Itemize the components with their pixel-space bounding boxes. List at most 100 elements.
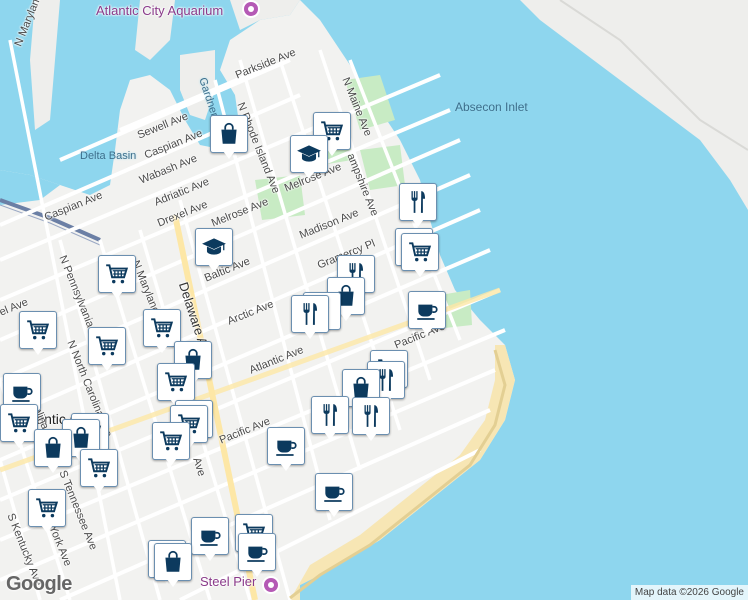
grocery-icon [6, 410, 32, 436]
marker-tip [324, 432, 336, 440]
marker-box [408, 291, 446, 329]
map-attribution[interactable]: Map data ©2026 Google [630, 585, 748, 600]
grocery-icon [34, 495, 60, 521]
marker-tip [156, 345, 168, 353]
restaurant-marker[interactable] [311, 396, 349, 442]
marker-box [311, 396, 349, 434]
marker-tip [223, 151, 235, 159]
marker-box [210, 115, 248, 153]
grocery-icon [158, 428, 184, 454]
marker-tip [412, 219, 424, 227]
grocery-marker[interactable] [80, 449, 118, 495]
cafe-marker[interactable] [408, 291, 446, 337]
google-logo: Google [6, 573, 72, 595]
marker-box [98, 255, 136, 293]
marker-tip [421, 327, 433, 335]
cafe-marker[interactable] [238, 533, 276, 579]
marker-box [154, 543, 192, 581]
shopping-icon [40, 435, 66, 461]
shopping-marker[interactable] [154, 543, 192, 589]
cafe-icon [244, 539, 270, 565]
marker-tip [304, 331, 316, 339]
grocery-icon [94, 333, 120, 359]
grocery-icon [104, 261, 130, 287]
grocery-marker[interactable] [88, 327, 126, 373]
cafe-icon [197, 523, 223, 549]
shopping-icon [160, 549, 186, 575]
restaurant-icon [358, 403, 384, 429]
grocery-icon [407, 239, 433, 265]
marker-box [34, 429, 72, 467]
absecon-inlet-label: Absecon Inlet [455, 100, 528, 114]
shopping-icon [216, 121, 242, 147]
aquarium-icon [248, 6, 254, 12]
marker-box [152, 422, 190, 460]
grocery-icon [163, 369, 189, 395]
grocery-icon [149, 315, 175, 341]
marker-tip [101, 363, 113, 371]
shopping-marker[interactable] [210, 115, 248, 161]
school-marker[interactable] [195, 228, 233, 274]
marker-box [80, 449, 118, 487]
marker-tip [111, 291, 123, 299]
cafe-icon [9, 379, 35, 405]
map-canvas[interactable]: Absecon Inlet Delta Basin Gardner's Atla… [0, 0, 748, 600]
restaurant-icon [317, 402, 343, 428]
marker-tip [340, 313, 352, 321]
grocery-marker[interactable] [0, 404, 38, 450]
marker-tip [414, 269, 426, 277]
marker-box [291, 295, 329, 333]
marker-box [352, 397, 390, 435]
restaurant-icon [297, 301, 323, 327]
grocery-marker[interactable] [19, 311, 57, 357]
marker-tip [47, 465, 59, 473]
school-icon [296, 141, 322, 167]
aquarium-marker[interactable] [242, 0, 260, 18]
marker-box [0, 404, 38, 442]
restaurant-marker[interactable] [399, 183, 437, 229]
marker-box [399, 183, 437, 221]
marker-tip [41, 525, 53, 533]
grocery-icon [25, 317, 51, 343]
shopping-marker[interactable] [34, 429, 72, 475]
aquarium-label[interactable]: Atlantic City Aquarium [96, 3, 223, 18]
marker-tip [204, 553, 216, 561]
marker-tip [93, 485, 105, 493]
grocery-marker[interactable] [152, 422, 190, 468]
cafe-marker[interactable] [267, 427, 305, 473]
marker-box [290, 135, 328, 173]
marker-box [195, 228, 233, 266]
cafe-icon [414, 297, 440, 323]
school-icon [201, 234, 227, 260]
grocery-icon [86, 455, 112, 481]
restaurant-marker[interactable] [291, 295, 329, 341]
cafe-marker[interactable] [315, 473, 353, 519]
marker-tip [167, 579, 179, 587]
marker-tip [208, 264, 220, 272]
grocery-marker[interactable] [28, 489, 66, 535]
cafe-icon [273, 433, 299, 459]
marker-tip [280, 463, 292, 471]
marker-box [401, 233, 439, 271]
marker-tip [165, 458, 177, 466]
marker-box [157, 363, 195, 401]
school-marker[interactable] [290, 135, 328, 181]
delta-basin-label: Delta Basin [80, 150, 137, 162]
restaurant-marker[interactable] [352, 397, 390, 443]
marker-tip [328, 509, 340, 517]
marker-box [191, 517, 229, 555]
restaurant-icon [405, 189, 431, 215]
marker-tip [32, 347, 44, 355]
marker-box [315, 473, 353, 511]
marker-tip [365, 433, 377, 441]
marker-tip [303, 171, 315, 179]
grocery-marker[interactable] [401, 233, 439, 279]
marker-box [19, 311, 57, 349]
marker-box [28, 489, 66, 527]
marker-tip [13, 440, 25, 448]
grocery-marker[interactable] [98, 255, 136, 301]
cafe-icon [321, 479, 347, 505]
marker-box [88, 327, 126, 365]
amusement-icon [268, 582, 274, 588]
cafe-marker[interactable] [191, 517, 229, 563]
